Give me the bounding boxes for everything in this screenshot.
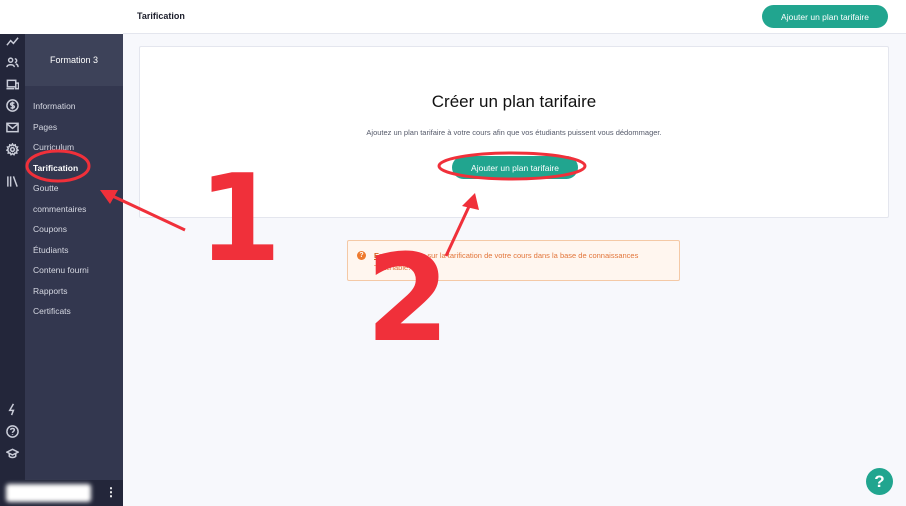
dollar-icon[interactable]	[5, 98, 20, 113]
card-subtitle: Ajoutez un plan tarifaire à votre cours …	[366, 128, 662, 137]
blurred-logo	[4, 4, 114, 30]
sidebar-item-comments[interactable]: commentaires	[33, 204, 86, 214]
card-title: Créer un plan tarifaire	[431, 92, 597, 111]
help-button[interactable]: ?	[866, 468, 893, 495]
users-icon[interactable]	[5, 55, 20, 70]
sidebar-item-certificates[interactable]: Certificats	[33, 306, 71, 316]
sidebar-footer: ⋮	[0, 480, 123, 506]
sidebar-item-students[interactable]: Étudiants	[33, 245, 68, 255]
page-header: Tarification Ajouter un plan tarifaire	[123, 0, 906, 34]
sidebar-item-pages[interactable]: Pages	[33, 122, 57, 132]
add-pricing-plan-button[interactable]: Ajouter un plan tarifaire	[452, 156, 578, 179]
lightning-icon[interactable]	[5, 402, 20, 417]
sidebar-item-curriculum[interactable]: Curriculum	[33, 142, 74, 152]
icon-rail	[0, 0, 25, 506]
gear-icon[interactable]	[5, 142, 20, 157]
annotation-number-2: 2	[366, 230, 450, 369]
course-title[interactable]: Formation 3	[25, 34, 123, 86]
library-icon[interactable]	[5, 174, 20, 189]
sidebar-item-coupons[interactable]: Coupons	[33, 224, 67, 234]
sidebar-item-information[interactable]: Information	[33, 101, 76, 111]
sidebar-item-reports[interactable]: Rapports	[33, 286, 68, 296]
sidebar-item-pricing[interactable]: Tarification	[33, 163, 78, 173]
devices-icon[interactable]	[5, 77, 20, 92]
page-title: Tarification	[137, 11, 185, 21]
blurred-user-name[interactable]	[6, 484, 91, 502]
mail-icon[interactable]	[5, 120, 20, 135]
question-icon: ?	[357, 251, 366, 260]
school-logo-area[interactable]	[0, 0, 123, 34]
analytics-icon[interactable]	[5, 34, 20, 49]
graduation-cap-icon[interactable]	[5, 446, 20, 461]
help-circle-icon[interactable]	[5, 424, 20, 439]
annotation-number-1: 1	[198, 150, 282, 289]
sidebar-item-drip[interactable]: Goutte	[33, 183, 59, 193]
sidebar-item-bundled-content[interactable]: Contenu fourni	[33, 265, 89, 275]
course-sidebar: Formation 3 Information Pages Curriculum…	[25, 34, 123, 506]
add-pricing-plan-header-button[interactable]: Ajouter un plan tarifaire	[762, 5, 888, 28]
more-options-icon[interactable]: ⋮	[105, 486, 117, 498]
